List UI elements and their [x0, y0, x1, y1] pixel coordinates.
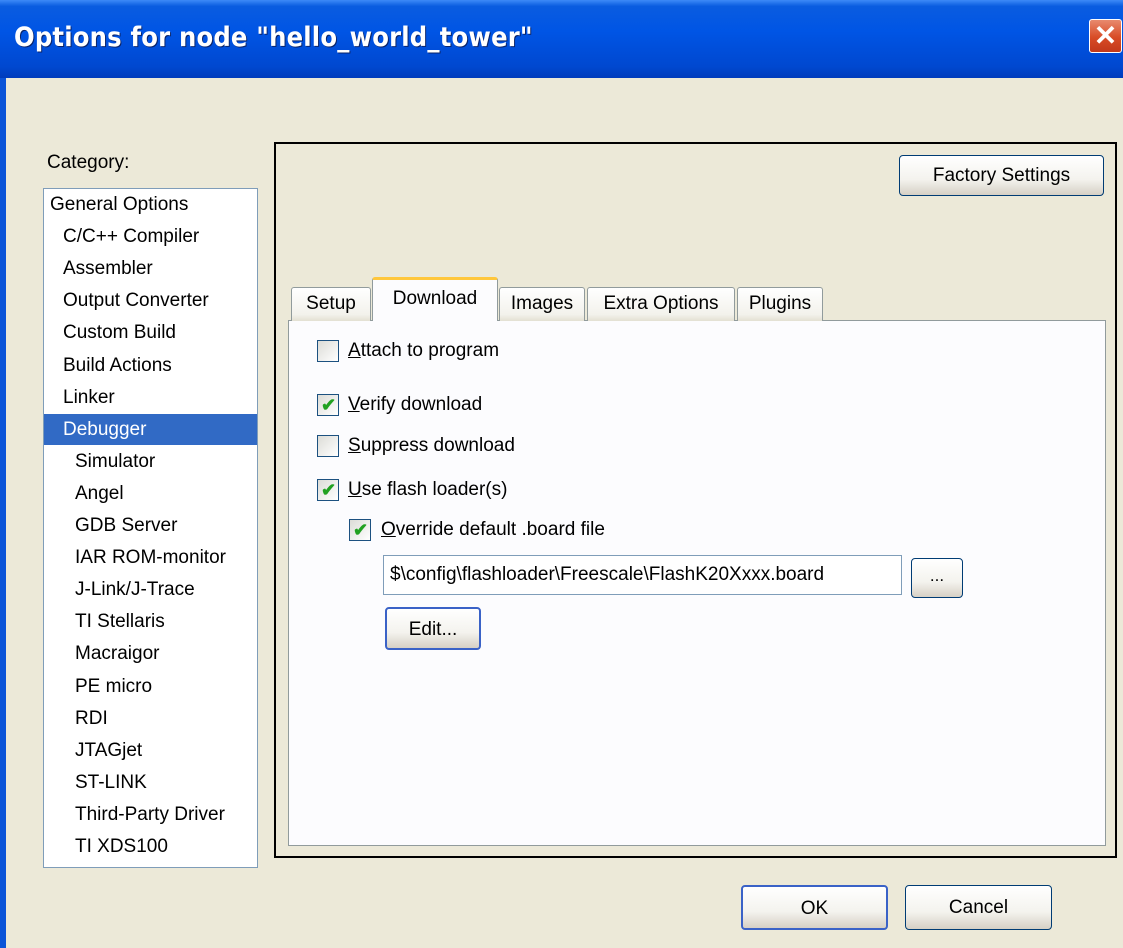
override-board-file-label[interactable]: Override default .board file	[381, 519, 605, 541]
suppress-download-checkbox[interactable]	[317, 435, 339, 457]
browse-button[interactable]: ...	[911, 558, 963, 598]
category-item-label: Debugger	[63, 418, 147, 440]
category-item-label: Build Actions	[63, 354, 172, 376]
category-item[interactable]: C/C++ Compiler	[44, 221, 257, 252]
category-item[interactable]: ST-LINK	[44, 767, 257, 798]
category-item-label: Macraigor	[75, 643, 160, 665]
category-item-label: TI XDS100	[75, 836, 168, 857]
close-button[interactable]: ✕	[1089, 19, 1122, 53]
category-item-label: Assembler	[63, 258, 153, 280]
category-item[interactable]: Simulator	[44, 446, 257, 477]
category-item[interactable]: TI XDS100	[44, 831, 257, 862]
options-dialog: Options for node "hello_world_tower" ✕ C…	[0, 0, 1123, 948]
category-item-label: GDB Server	[75, 515, 178, 536]
category-label: Category:	[47, 152, 130, 173]
category-item-label: Simulator	[75, 450, 156, 472]
category-item-label: IAR ROM-monitor	[75, 547, 226, 569]
checkmark-icon: ✔	[321, 395, 337, 415]
category-item[interactable]: Third-Party Driver	[44, 799, 257, 830]
category-item[interactable]: TI Stellaris	[44, 606, 257, 637]
category-item-label: ST-LINK	[75, 771, 147, 793]
tab-download[interactable]: Download	[372, 277, 498, 321]
category-item-label: PE micro	[75, 675, 153, 697]
category-item[interactable]: Angel	[44, 478, 257, 509]
category-item-label: Custom Build	[63, 322, 176, 344]
category-list[interactable]: General Options C/C++ Compiler Assembler Ou…	[43, 188, 258, 868]
category-item[interactable]: Macraigor	[44, 638, 257, 669]
category-item[interactable]: Build Actions	[44, 350, 257, 381]
category-item[interactable]: RDI	[44, 703, 257, 734]
window-border	[0, 78, 6, 948]
attach-to-program-label[interactable]: Attach to program	[348, 340, 499, 362]
category-item[interactable]: IAR ROM-monitor	[44, 542, 257, 573]
edit-board-button[interactable]: Edit...	[385, 607, 481, 650]
use-flash-loader-label[interactable]: Use flash loader(s)	[348, 479, 507, 501]
category-item-label: C/C++ Compiler	[63, 226, 200, 248]
category-item[interactable]: PE micro	[44, 671, 257, 702]
category-item-label: J-Link/J-Trace	[75, 579, 195, 601]
category-item-label: Output Converter	[63, 290, 209, 312]
close-icon: ✕	[1093, 20, 1118, 51]
category-item[interactable]: Debugger	[44, 413, 257, 445]
override-board-file-checkbox[interactable]: ✔	[349, 519, 371, 541]
category-item[interactable]: JTAGjet	[44, 735, 257, 766]
tab-images[interactable]: Images	[499, 287, 585, 321]
category-item[interactable]: Output Converter	[44, 285, 257, 316]
category-item-label: Angel	[75, 482, 124, 504]
tab-extra-options[interactable]: Extra Options	[587, 287, 735, 321]
category-item[interactable]: Linker	[44, 382, 257, 413]
tab-plugins[interactable]: Plugins	[737, 287, 823, 321]
category-item-label: Third-Party Driver	[75, 803, 225, 825]
category-item-label: Linker	[63, 386, 115, 408]
category-item[interactable]: J-Link/J-Trace	[44, 574, 257, 605]
category-item[interactable]: Assembler	[44, 253, 257, 284]
category-item-label: JTAGjet	[75, 739, 143, 761]
category-item-label: RDI	[75, 707, 108, 729]
attach-to-program-checkbox[interactable]	[317, 340, 339, 362]
verify-download-label[interactable]: Verify download	[348, 394, 482, 416]
factory-settings-button[interactable]: Factory Settings	[899, 155, 1104, 196]
window-title: Options for node "hello_world_tower"	[14, 22, 533, 53]
verify-download-checkbox[interactable]: ✔	[317, 394, 339, 416]
suppress-download-label[interactable]: Suppress download	[348, 435, 515, 457]
category-item-label: TI Stellaris	[75, 611, 165, 633]
board-file-path-input[interactable]: $\config\flashloader\Freescale\FlashK20X…	[383, 555, 902, 595]
use-flash-loader-checkbox[interactable]: ✔	[317, 479, 339, 501]
cancel-button[interactable]: Cancel	[905, 885, 1052, 930]
title-bar[interactable]: Options for node "hello_world_tower" ✕	[0, 0, 1123, 78]
category-item[interactable]: General Options	[44, 189, 255, 220]
category-item[interactable]: GDB Server	[44, 510, 257, 541]
category-item-label: General Options	[50, 194, 189, 215]
tab-setup[interactable]: Setup	[291, 287, 371, 321]
ok-button[interactable]: OK	[741, 885, 888, 930]
category-item[interactable]: Custom Build	[44, 317, 257, 348]
checkmark-icon: ✔	[321, 480, 337, 500]
checkmark-icon: ✔	[353, 520, 369, 540]
